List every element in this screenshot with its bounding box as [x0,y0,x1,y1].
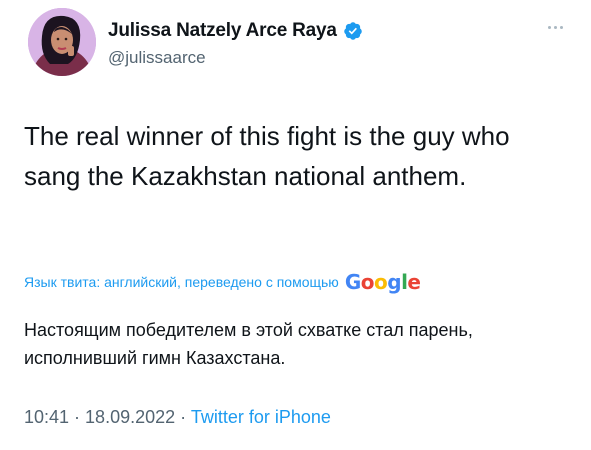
tweet-time[interactable]: 10:41 [24,407,69,427]
tweet-source[interactable]: Twitter for iPhone [191,407,331,427]
more-dot [554,25,557,29]
tweet-text: The real winner of this fight is the guy… [24,121,510,191]
tweet-meta: 10:41 · 18.09.2022 · Twitter for iPhone [24,407,331,428]
google-logo: Google [344,270,421,294]
meta-separator: · [69,407,86,427]
translation-attribution[interactable]: Язык твита: английский, переведено с пом… [24,270,421,294]
more-options-icon[interactable] [548,20,563,34]
more-dot [548,25,551,29]
tweet-date[interactable]: 18.09.2022 [85,407,175,427]
avatar[interactable] [28,8,96,76]
more-dot [560,25,563,29]
verified-badge-icon [343,21,363,41]
author-name-row[interactable]: Julissa Natzely Arce Raya [108,20,363,42]
meta-separator: · [175,407,191,427]
author-handle[interactable]: @julissaarce [108,48,206,68]
translated-text: Настоящим победителем в этой схватке ста… [24,320,473,368]
display-name[interactable]: Julissa Natzely Arce Raya [108,20,337,42]
translation-label[interactable]: Язык твита: английский, переведено с пом… [24,274,339,290]
